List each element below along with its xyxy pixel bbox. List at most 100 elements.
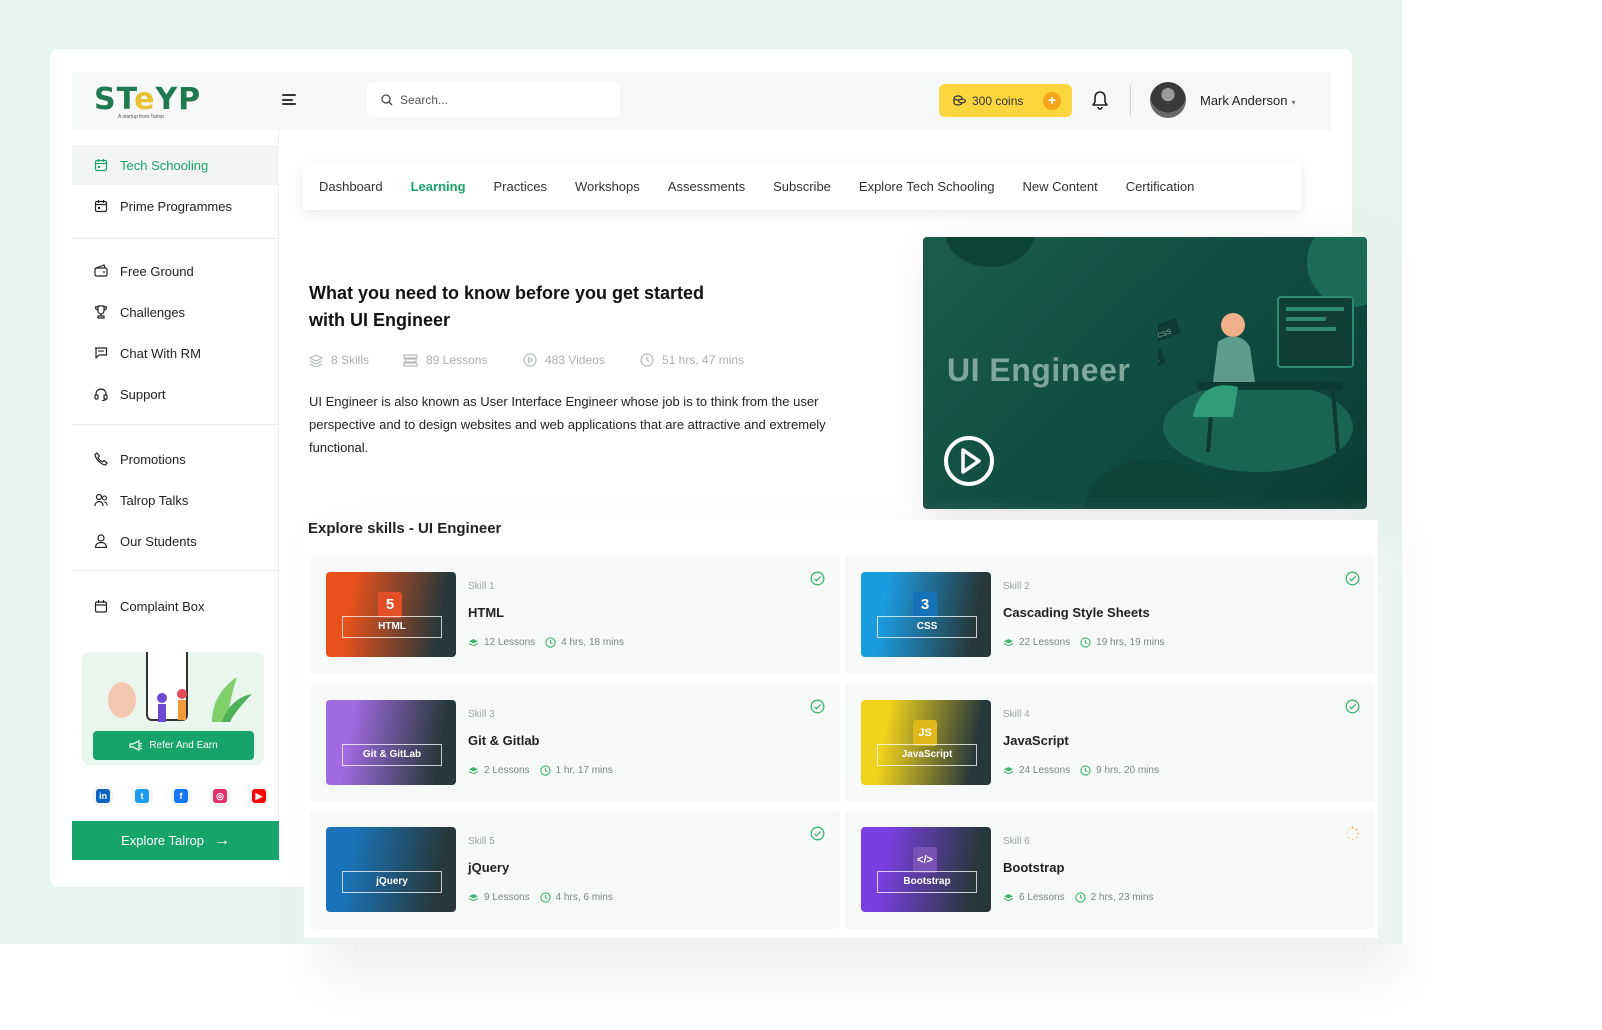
skill-thumbnail: 5 HTML [326, 572, 456, 657]
tab-new-content[interactable]: New Content [1023, 179, 1098, 194]
sidebar-item-tech-schooling[interactable]: Tech Schooling [72, 145, 279, 185]
skill-number: Skill 4 [1003, 709, 1030, 720]
refer-illustration [108, 628, 252, 722]
duration-total: 51 hrs, 47 mins [640, 353, 744, 367]
sidebar-item-free-ground[interactable]: Free Ground [72, 251, 279, 291]
tab-practices[interactable]: Practices [494, 179, 547, 194]
skill-card[interactable]: 3 CSS Skill 2 Cascading Style Sheets 22 Less… [845, 556, 1375, 674]
facebook-icon-glyph: f [174, 789, 188, 803]
tab-dashboard[interactable]: Dashboard [319, 179, 383, 194]
skill-card[interactable]: 5 HTML Skill 1 HTML 12 Lessons 4 hrs, 18 mins [310, 556, 840, 674]
calendar-icon [94, 159, 108, 172]
sidebar-item-challenges[interactable]: Challenges [72, 292, 279, 332]
intro-video[interactable]: CSS HTML UI Engineer [923, 237, 1367, 509]
headset-icon [94, 388, 108, 401]
skill-card[interactable]: JS JavaScript Skill 4 JavaScript 24 Lessons 9… [845, 684, 1375, 802]
check-circle-icon [810, 571, 825, 586]
skill-thumbnail-label: Git & GitLab [342, 744, 442, 766]
sidebar-item-prime-programmes[interactable]: Prime Programmes [72, 186, 279, 226]
tab-certification[interactable]: Certification [1126, 179, 1195, 194]
sidebar-item-label: Support [120, 386, 166, 402]
top-bar [72, 72, 1331, 130]
search-input[interactable] [400, 92, 600, 107]
hamburger-menu-icon[interactable] [282, 94, 296, 105]
sidebar-item-label: Tech Schooling [120, 157, 209, 173]
sidebar-item-promotions[interactable]: Promotions [72, 439, 279, 479]
sidebar-item-label: Prime Programmes [120, 198, 232, 214]
skill-card[interactable]: </> Bootstrap Skill 6 Bootstrap 6 Lessons 2 h… [845, 811, 1375, 929]
skill-thumbnail: jQuery [326, 827, 456, 912]
skill-number: Skill 5 [468, 836, 495, 847]
skill-stats: 12 Lessons 4 hrs, 18 mins [468, 637, 624, 648]
tab-assessments[interactable]: Assessments [668, 179, 745, 194]
tab-learning[interactable]: Learning [411, 179, 466, 194]
sidebar-item-chat-with-rm[interactable]: Chat With RM [72, 333, 279, 373]
phone-icon [94, 452, 108, 466]
avatar[interactable] [1150, 82, 1186, 118]
skill-logo-icon: 5 [378, 592, 402, 618]
skill-lessons: 12 Lessons [484, 637, 536, 648]
skill-duration: 4 hrs, 18 mins [561, 637, 624, 648]
skill-stats: 6 Lessons 2 hrs, 23 mins [1003, 892, 1153, 903]
skill-stats: 22 Lessons 19 hrs, 19 mins [1003, 637, 1165, 648]
instagram-icon[interactable]: ◎ [209, 785, 231, 807]
skill-card[interactable]: jQuery Skill 5 jQuery 9 Lessons 4 hrs, 6 min… [310, 811, 840, 929]
check-circle-icon [1345, 699, 1360, 714]
coins-icon [953, 95, 966, 106]
layers-icon [468, 766, 479, 774]
tab-subscribe[interactable]: Subscribe [773, 179, 831, 194]
sidebar-item-talrop-talks[interactable]: Talrop Talks [72, 480, 279, 520]
skill-lessons: 9 Lessons [484, 892, 530, 903]
refer-and-earn-button[interactable]: Refer And Earn [93, 731, 254, 760]
skill-name: Bootstrap [1003, 860, 1065, 875]
youtube-icon-glyph: ▶ [252, 789, 266, 803]
youtube-icon[interactable]: ▶ [248, 785, 270, 807]
add-coins-icon[interactable]: + [1043, 92, 1061, 110]
sidebar-item-label: Challenges [120, 304, 186, 320]
layers-icon [1003, 893, 1014, 901]
user-menu[interactable]: Mark Anderson ▾ [1200, 93, 1295, 108]
sidebar-item-support[interactable]: Support [72, 374, 279, 414]
explore-talrop-button[interactable]: Explore Talrop → [72, 821, 279, 860]
skill-duration: 9 hrs, 20 mins [1096, 765, 1159, 776]
tab-workshops[interactable]: Workshops [575, 179, 640, 194]
twitter-icon[interactable]: t [131, 785, 153, 807]
sidebar-item-label: Our Students [120, 533, 197, 549]
skill-number: Skill 6 [1003, 836, 1030, 847]
skill-stats: 2 Lessons 1 hr, 17 mins [468, 765, 613, 776]
arrow-right-icon: → [213, 831, 230, 849]
linkedin-icon[interactable]: in [92, 785, 114, 807]
layers-icon [1003, 766, 1014, 774]
megaphone-icon [129, 740, 143, 751]
skill-card[interactable]: Git & GitLab Skill 3 Git & Gitlab 2 Lessons… [310, 684, 840, 802]
coins-label: 300 coins [972, 93, 1024, 108]
topbar-divider [1130, 85, 1131, 116]
skill-stats: 9 Lessons 4 hrs, 6 mins [468, 892, 613, 903]
check-circle-icon [1345, 571, 1360, 586]
skill-lessons: 2 Lessons [484, 765, 530, 776]
linkedin-icon-glyph: in [96, 789, 110, 803]
skill-lessons: 24 Lessons [1019, 765, 1071, 776]
sidebar-item-our-students[interactable]: Our Students [72, 521, 279, 561]
page-title: What you need to know before you get sta… [309, 283, 705, 330]
lessons-count: 89 Lessons [403, 353, 487, 367]
search-box[interactable] [367, 82, 620, 117]
tab-explore-tech-schooling[interactable]: Explore Tech Schooling [859, 179, 995, 194]
facebook-icon[interactable]: f [170, 785, 192, 807]
skills-heading: Explore skills - UI Engineer [308, 520, 502, 537]
check-circle-icon [810, 699, 825, 714]
clock-icon [539, 765, 551, 776]
in-progress-icon [1346, 826, 1360, 840]
users-icon [94, 493, 108, 507]
skill-duration: 4 hrs, 6 mins [555, 892, 613, 903]
logo[interactable]: STeYP A startup from Talrop [94, 85, 201, 121]
sidebar-item-complaint-box[interactable]: Complaint Box [72, 586, 279, 626]
videos-count: 483 Videos [523, 353, 605, 367]
instagram-icon-glyph: ◎ [213, 789, 227, 803]
coins-button[interactable]: 300 coins + [939, 84, 1072, 117]
skill-thumbnail-label: Bootstrap [877, 871, 977, 893]
skill-name: Cascading Style Sheets [1003, 605, 1150, 620]
play-button-icon[interactable] [943, 435, 995, 487]
skill-duration: 2 hrs, 23 mins [1090, 892, 1154, 903]
notification-bell-icon[interactable] [1091, 90, 1109, 115]
